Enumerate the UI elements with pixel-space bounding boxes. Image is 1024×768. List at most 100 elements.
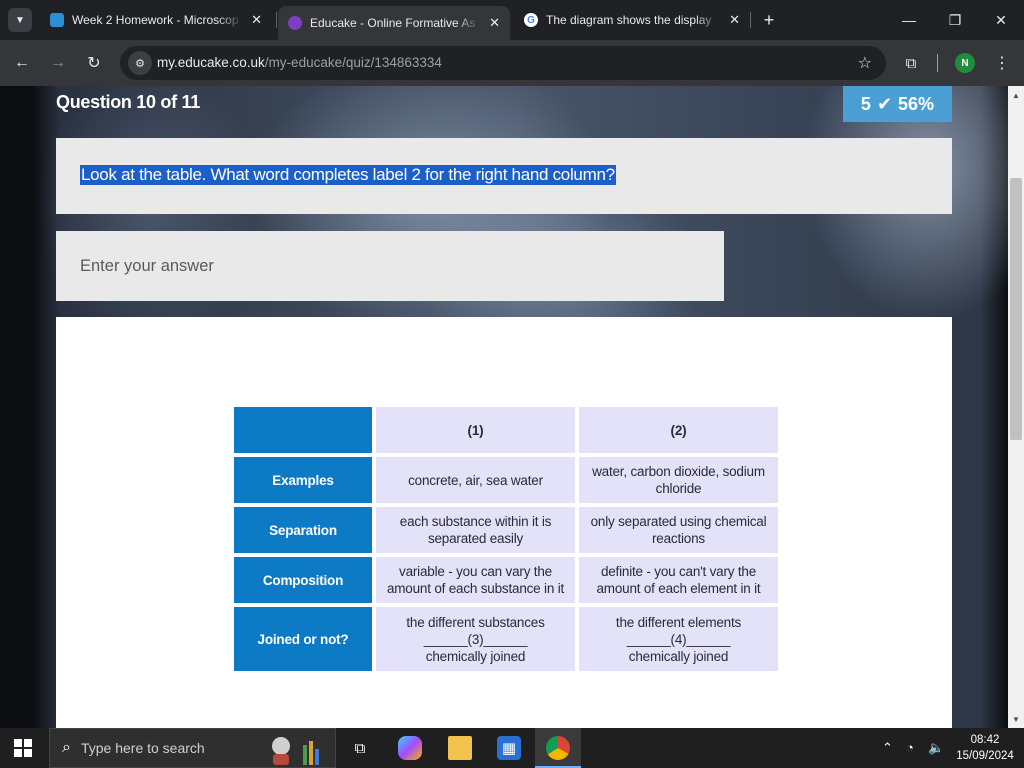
row-label: Composition <box>234 557 372 603</box>
cell-line: each substance within it is <box>399 514 552 529</box>
profile-avatar[interactable]: N <box>955 53 975 73</box>
favicon-icon <box>50 13 64 27</box>
microsoft-store-icon[interactable]: ▦ <box>497 736 521 760</box>
close-icon[interactable]: ✕ <box>251 12 262 28</box>
score-count: 5 <box>860 93 871 114</box>
google-icon: G <box>524 13 538 27</box>
wifi-icon[interactable]: ◔ <box>906 740 914 755</box>
blank-label-3: ______(3)______ <box>423 631 528 647</box>
table-header-row: (1) (2) <box>234 407 778 453</box>
chrome-icon <box>546 736 570 760</box>
cell-line: chloride <box>655 481 702 496</box>
tab-search-button[interactable]: ▼ <box>8 8 32 32</box>
score-badge: 5 ✔ 56% <box>843 86 952 122</box>
cell-line: definite - you can't vary the <box>600 564 757 579</box>
tab-educake[interactable]: Educake - Online Formative As ✕ <box>278 6 510 40</box>
menu-kebab-icon[interactable]: ⋮ <box>994 52 1010 74</box>
cell-line: the different elements <box>615 614 742 630</box>
reload-icon[interactable]: ↻ <box>81 50 107 76</box>
file-explorer-icon[interactable] <box>448 736 472 760</box>
scroll-up-arrow-icon[interactable]: ▲ <box>1008 88 1024 102</box>
table-row: Separation each substance within it is s… <box>234 507 778 553</box>
url-host: my.educake.co.uk <box>157 55 265 70</box>
score-percent: 56% <box>898 93 935 114</box>
row-label: Joined or not? <box>234 607 372 671</box>
new-tab-button[interactable]: + <box>758 8 780 32</box>
table-cell: only separated using chemical reactions <box>579 507 778 553</box>
restore-icon[interactable]: ❐ <box>932 8 978 32</box>
cell-line: concrete, air, sea water <box>408 472 543 488</box>
answer-input[interactable] <box>56 231 724 301</box>
taskbar-clock[interactable]: 08:42 15/09/2024 <box>950 732 1020 764</box>
table-header-cell <box>234 407 372 453</box>
tab-diagram-search[interactable]: G The diagram shows the display ✕ <box>514 6 750 34</box>
minimize-icon[interactable]: — <box>886 8 932 32</box>
tab-strip: ▼ Week 2 Homework - Microscop ✕ Educake … <box>0 0 1024 40</box>
tab-title: The diagram shows the display <box>546 13 712 27</box>
scroll-down-arrow-icon[interactable]: ▼ <box>1008 712 1024 726</box>
extensions-puzzle-icon[interactable]: ⧉ <box>900 52 922 74</box>
taskbar-search-placeholder: Type here to search <box>80 740 205 756</box>
question-image-card: (1) (2) Examples concrete, air, sea wate… <box>56 317 952 728</box>
task-view-icon[interactable]: ⧉ <box>348 736 372 760</box>
close-window-icon[interactable]: ✕ <box>978 8 1024 32</box>
cell-line: water, carbon dioxide, sodium <box>592 464 765 479</box>
question-text: Look at the table. What word completes l… <box>80 165 616 185</box>
table-header-cell: (2) <box>579 407 778 453</box>
tab-separator <box>750 12 751 28</box>
row-label: Examples <box>234 457 372 503</box>
comparison-table: (1) (2) Examples concrete, air, sea wate… <box>230 403 782 675</box>
cell-line: the different substances <box>406 614 545 630</box>
close-icon[interactable]: ✕ <box>729 12 740 28</box>
clock-time: 08:42 <box>970 734 1000 746</box>
speaker-muted-icon[interactable]: 🔈 <box>928 740 944 756</box>
taskbar-search-box[interactable]: ⌕ Type here to search <box>49 728 336 768</box>
cell-line: chemically joined <box>628 648 729 664</box>
tab-week2-homework[interactable]: Week 2 Homework - Microscop ✕ <box>40 6 272 34</box>
url-path: /my-educake/quiz/134863334 <box>264 55 442 70</box>
toolbar-divider <box>937 54 938 72</box>
close-icon[interactable]: ✕ <box>489 15 500 31</box>
table-cell: variable - you can vary the amount of ea… <box>376 557 575 603</box>
cell-line: chemically joined <box>425 648 526 664</box>
page-viewport: Question 10 of 11 5 ✔ 56% Look at the ta… <box>0 86 1008 728</box>
table-cell: concrete, air, sea water <box>376 457 575 503</box>
windows-start-icon[interactable] <box>14 739 32 757</box>
browser-toolbar: ← → ↻ ⚙ my.educake.co.uk/my-educake/quiz… <box>0 40 1024 86</box>
cell-line: amount of each element in it <box>596 581 761 596</box>
row-label: Separation <box>234 507 372 553</box>
bookmark-star-icon[interactable]: ☆ <box>858 53 872 73</box>
table-cell: the different substances ______(3)______… <box>376 607 575 671</box>
site-settings-icon[interactable]: ⚙ <box>128 51 152 75</box>
scrollbar-thumb[interactable] <box>1010 178 1022 440</box>
cell-line: amount of each substance in it <box>386 581 565 596</box>
checkmark-icon: ✔ <box>876 93 893 114</box>
favicon-icon <box>288 16 302 30</box>
tab-separator <box>276 12 277 28</box>
forward-arrow-icon[interactable]: → <box>45 50 71 76</box>
cell-line: only separated using chemical <box>590 514 767 529</box>
blank-label-4: ______(4)______ <box>626 631 731 647</box>
cell-line: reactions <box>652 531 705 546</box>
table-cell: each substance within it is separated ea… <box>376 507 575 553</box>
chevron-down-icon: ▼ <box>15 14 25 26</box>
chrome-taskbar-button[interactable] <box>535 728 581 768</box>
table-cell: the different elements ______(4)______ c… <box>579 607 778 671</box>
cell-line: separated easily <box>427 531 524 546</box>
tray-chevron-up-icon[interactable]: ⌃ <box>882 740 893 756</box>
copilot-icon[interactable] <box>398 736 422 760</box>
vertical-scrollbar[interactable]: ▲ ▼ <box>1008 86 1024 728</box>
url-text[interactable]: my.educake.co.uk/my-educake/quiz/1348633… <box>157 55 442 70</box>
cell-line: variable - you can vary the <box>399 564 552 579</box>
question-card: Look at the table. What word completes l… <box>56 138 952 214</box>
table-row: Examples concrete, air, sea water water,… <box>234 457 778 503</box>
clock-date: 15/09/2024 <box>956 750 1014 762</box>
question-heading: Question 10 of 11 <box>56 92 200 112</box>
table-row: Joined or not? the different substances … <box>234 607 778 671</box>
tab-title: Educake - Online Formative As <box>310 16 476 30</box>
table-cell: definite - you can't vary the amount of … <box>579 557 778 603</box>
address-bar[interactable]: ⚙ my.educake.co.uk/my-educake/quiz/13486… <box>120 46 886 80</box>
search-highlight-illustration-icon <box>272 737 319 765</box>
table-cell: water, carbon dioxide, sodium chloride <box>579 457 778 503</box>
back-arrow-icon[interactable]: ← <box>9 50 35 76</box>
